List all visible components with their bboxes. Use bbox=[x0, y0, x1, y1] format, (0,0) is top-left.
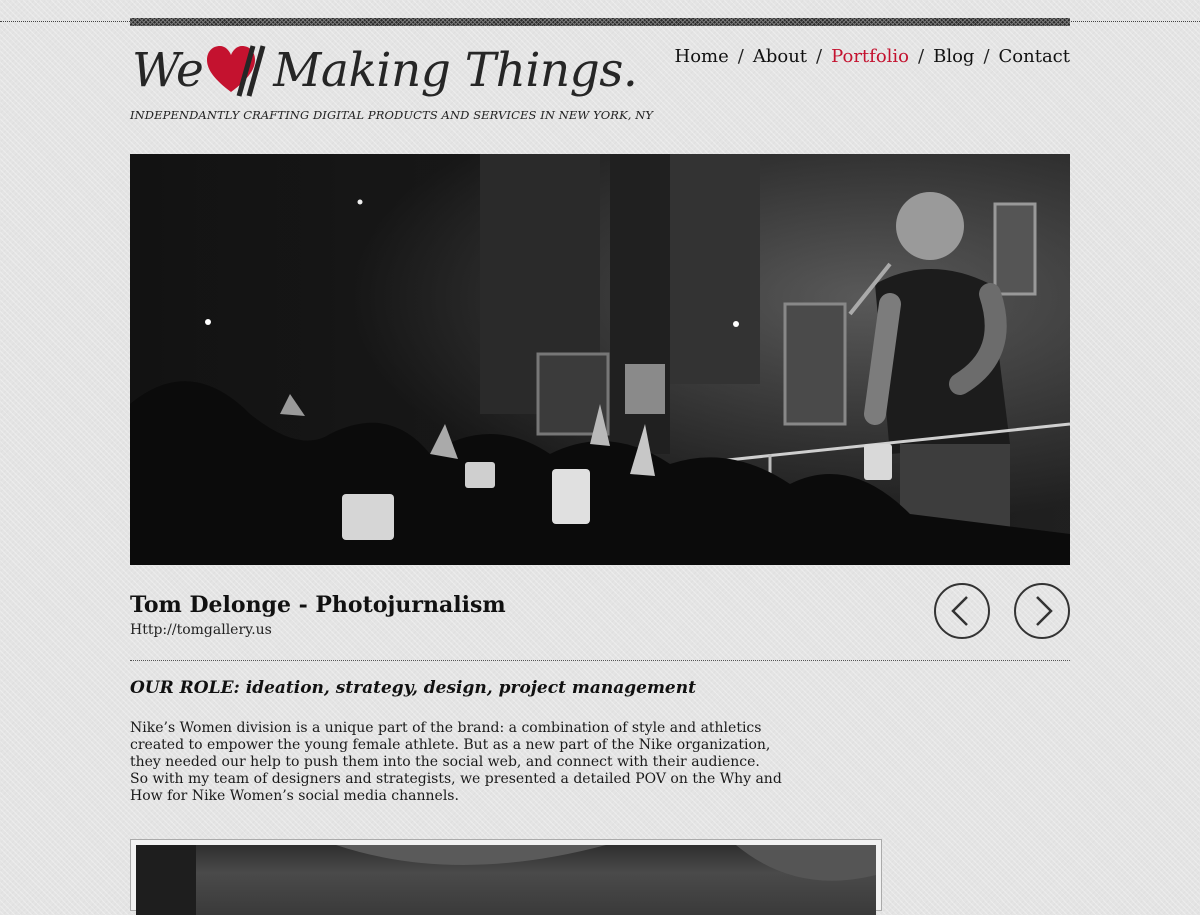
description-line: How for Nike Women’s social media channe… bbox=[130, 788, 459, 804]
section-divider bbox=[130, 660, 1070, 661]
nav-separator: / bbox=[816, 46, 823, 67]
project-role: OUR ROLE: ideation, strategy, design, pr… bbox=[130, 678, 696, 698]
nav-item-home[interactable]: Home bbox=[675, 46, 729, 67]
project-url-link[interactable]: Http://tomgallery.us bbox=[130, 622, 272, 638]
heart-slash-icon bbox=[205, 42, 271, 98]
nav-separator: / bbox=[983, 46, 990, 67]
top-pattern-band bbox=[130, 18, 1070, 26]
site-tagline: Independantly crafting digital products … bbox=[130, 108, 654, 122]
gallery-image bbox=[136, 845, 876, 915]
description-line: they needed our help to push them into t… bbox=[130, 754, 760, 770]
logo-prefix: We bbox=[132, 42, 204, 98]
site-logo[interactable]: We Making Things. bbox=[132, 38, 638, 102]
nav-separator: / bbox=[918, 46, 925, 67]
nav-item-blog[interactable]: Blog bbox=[933, 46, 974, 67]
project-title: Tom Delonge - Photojurnalism bbox=[130, 592, 506, 618]
hero-photo bbox=[130, 154, 1070, 565]
description-line: So with my team of designers and strateg… bbox=[130, 771, 782, 787]
nav-item-about[interactable]: About bbox=[753, 46, 807, 67]
description-line: created to empower the young female athl… bbox=[130, 737, 771, 753]
chevron-right-icon bbox=[1036, 596, 1053, 626]
nav-separator: / bbox=[737, 46, 744, 67]
project-description: Nike’s Women division is a unique part o… bbox=[130, 720, 782, 805]
description-line: Nike’s Women division is a unique part o… bbox=[130, 720, 762, 736]
chevron-left-icon bbox=[951, 596, 968, 626]
nav-item-contact[interactable]: Contact bbox=[999, 46, 1070, 67]
gallery-image-frame bbox=[130, 839, 882, 915]
prev-project-button[interactable] bbox=[934, 583, 990, 639]
logo-suffix: Making Things. bbox=[273, 42, 638, 98]
main-nav: Home / About / Portfolio / Blog / Contac… bbox=[675, 46, 1071, 67]
next-project-button[interactable] bbox=[1014, 583, 1070, 639]
nav-item-portfolio[interactable]: Portfolio bbox=[831, 46, 909, 67]
